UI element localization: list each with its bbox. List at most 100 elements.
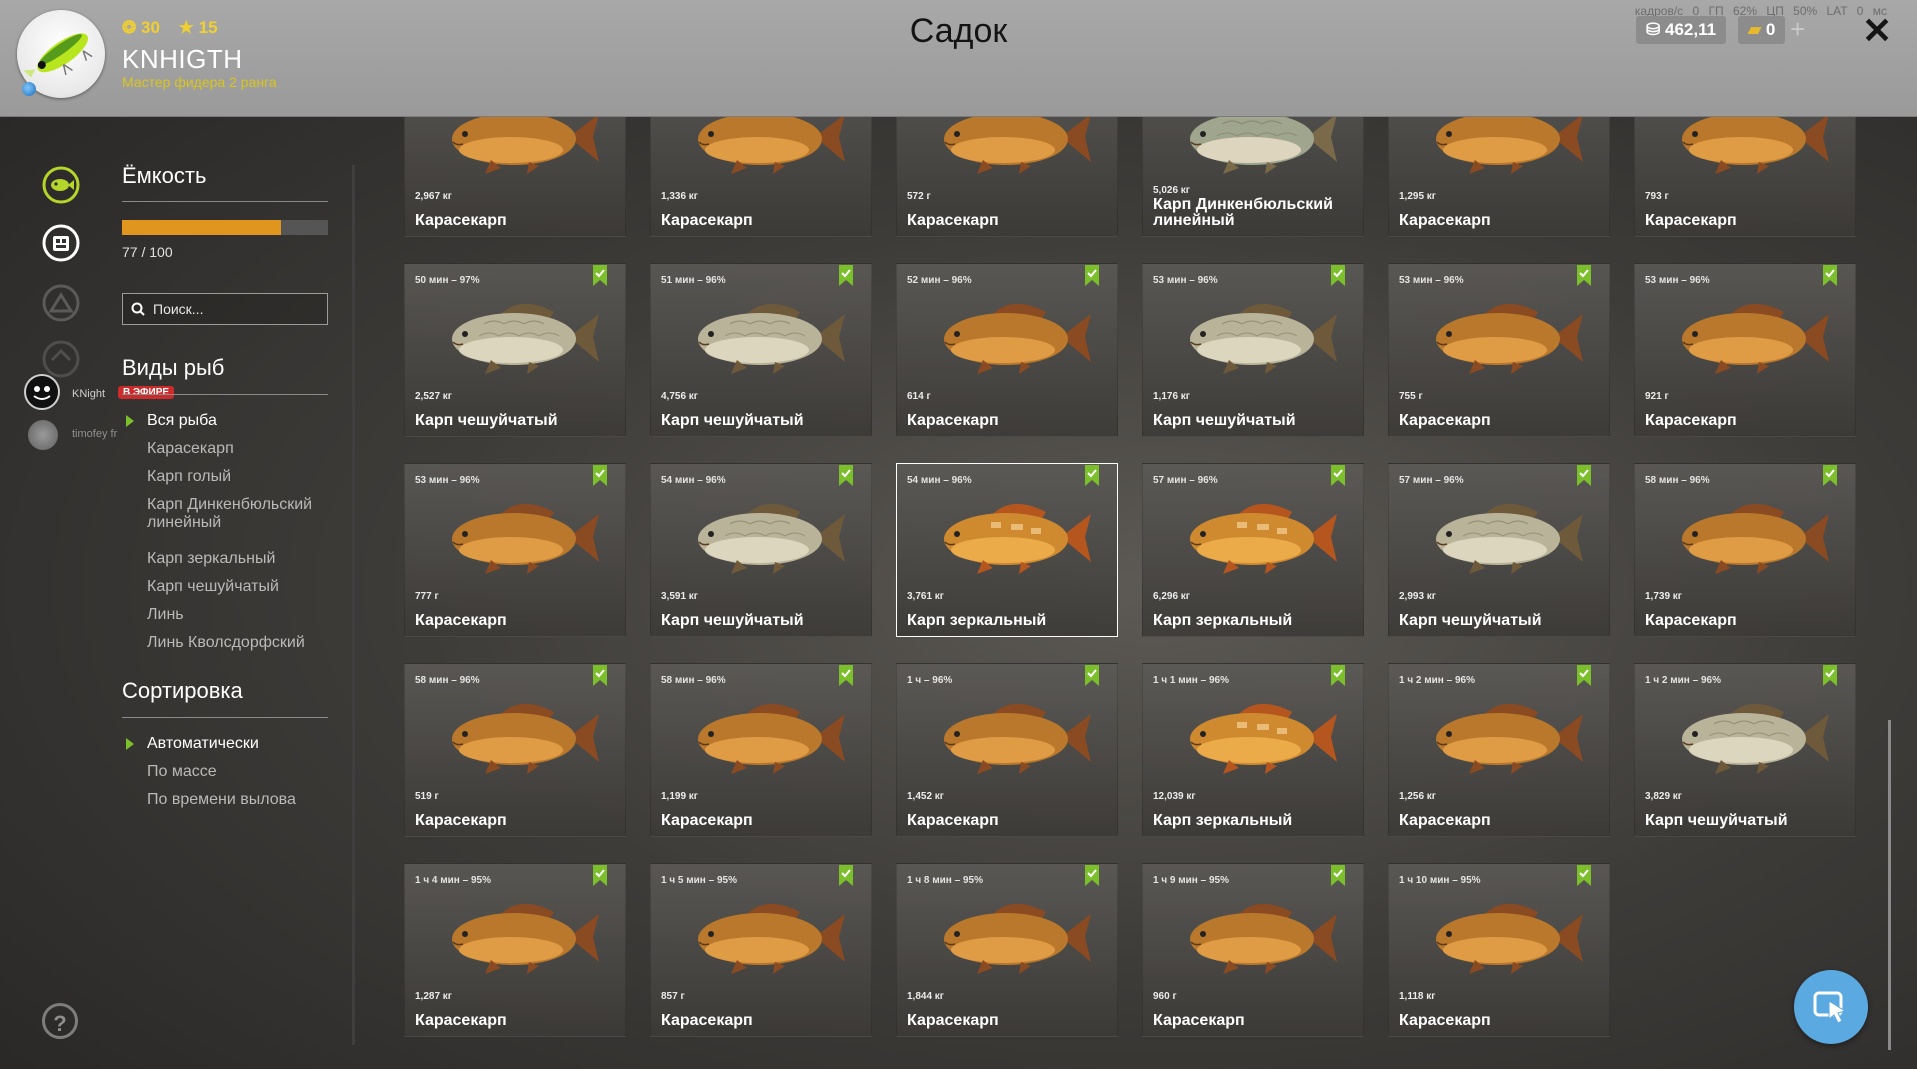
fish-name: Карасекарп — [907, 1012, 999, 1029]
close-icon[interactable]: ✕ — [1862, 10, 1892, 52]
fish-name: Карасекарп — [907, 412, 999, 429]
fish-image — [429, 894, 605, 980]
fish-name: Карасекарп — [1399, 812, 1491, 829]
panel-scrollbar[interactable] — [352, 165, 355, 1045]
divider — [122, 394, 328, 395]
camp-tab-icon[interactable] — [42, 284, 80, 322]
fish-card[interactable]: 1 ч 5 мин – 95% 857 г Карасекарп — [650, 863, 872, 1037]
fish-card[interactable]: 54 мин – 96% 3,761 кг Карп зеркальный — [896, 463, 1118, 637]
cursor-mode-button[interactable] — [1794, 970, 1868, 1044]
bookmark-icon[interactable] — [1331, 265, 1345, 286]
fish-card[interactable]: 1 ч 9 мин – 95% 960 г Карасекарп — [1142, 863, 1364, 1037]
bookmark-icon[interactable] — [593, 265, 607, 286]
cursor-icon — [1813, 991, 1847, 1024]
fish-card[interactable]: 57 мин – 96% 6,296 кг Карп зеркальный — [1142, 463, 1364, 637]
bookmark-icon[interactable] — [1577, 265, 1591, 286]
bookmark-icon[interactable] — [1823, 665, 1837, 686]
bookmark-icon[interactable] — [593, 465, 607, 486]
species-filter-item[interactable]: Карп Динкенбюльский линейный — [147, 496, 337, 532]
catch-time: 1 ч 1 мин – 96% — [1153, 675, 1229, 686]
fish-card[interactable]: 1,295 кг Карасекарп — [1388, 117, 1610, 237]
fish-weight: 2,527 кг — [415, 391, 452, 402]
species-filter-item[interactable]: Вся рыба — [147, 412, 337, 430]
search-box[interactable] — [122, 293, 328, 325]
fish-card[interactable]: 2,967 кг Карасекарп — [404, 117, 626, 237]
bookmark-icon[interactable] — [1577, 465, 1591, 486]
sort-option-item[interactable]: Автоматически — [147, 735, 337, 753]
sort-option-item[interactable]: По массе — [147, 763, 337, 781]
species-filter-item[interactable]: Карп зеркальный — [147, 550, 337, 568]
keepnet-tab-icon[interactable] — [42, 166, 80, 204]
fish-card[interactable]: 50 мин – 97% 2,527 кг Карп чешуйчатый — [404, 263, 626, 437]
fish-card[interactable]: 58 мин – 96% 1,199 кг Карасекарп — [650, 663, 872, 837]
fish-image — [429, 117, 605, 180]
fish-card[interactable]: 1 ч 10 мин – 95% 1,118 кг Карасекарп — [1388, 863, 1610, 1037]
fish-weight: 1,256 кг — [1399, 791, 1436, 802]
catch-time: 52 мин – 96% — [907, 275, 972, 286]
add-currency-button[interactable]: + — [1790, 14, 1805, 45]
bookmark-icon[interactable] — [1577, 865, 1591, 886]
fish-card[interactable]: 58 мин – 96% 1,739 кг Карасекарп — [1634, 463, 1856, 637]
globe-icon — [22, 82, 36, 96]
bookmark-icon[interactable] — [1823, 465, 1837, 486]
fish-card[interactable]: 5,026 кг Карп Динкенбюльский линейный — [1142, 117, 1364, 237]
bookmark-icon[interactable] — [1085, 665, 1099, 686]
species-filter-item[interactable]: Карасекарп — [147, 440, 337, 458]
fish-name: Карасекарп — [661, 212, 753, 229]
fish-card[interactable]: 53 мин – 96% 755 г Карасекарп — [1388, 263, 1610, 437]
catch-time: 58 мин – 96% — [661, 675, 726, 686]
fish-card[interactable]: 51 мин – 96% 4,756 кг Карп чешуйчатый — [650, 263, 872, 437]
grid-scrollbar[interactable] — [1888, 720, 1891, 1050]
fish-card[interactable]: 793 г Карасекарп — [1634, 117, 1856, 237]
fish-card[interactable]: 572 г Карасекарп — [896, 117, 1118, 237]
catch-time: 57 мин – 96% — [1399, 475, 1464, 486]
bookmark-icon[interactable] — [1331, 665, 1345, 686]
fish-card[interactable]: 57 мин – 96% 2,993 кг Карп чешуйчатый — [1388, 463, 1610, 637]
fish-weight: 1,118 кг — [1399, 991, 1436, 1002]
fish-card[interactable]: 1 ч – 96% 1,452 кг Карасекарп — [896, 663, 1118, 837]
money-balance[interactable]: ⛁ 462,11 — [1636, 16, 1727, 44]
inventory-tab-icon[interactable] — [42, 224, 80, 262]
bookmark-icon[interactable] — [1085, 865, 1099, 886]
bookmark-icon[interactable] — [1823, 265, 1837, 286]
fish-card[interactable]: 52 мин – 96% 614 г Карасекарп — [896, 263, 1118, 437]
live-badge: В ЭФИРЕ — [118, 386, 175, 399]
species-filter-item[interactable]: Карп чешуйчатый — [147, 578, 337, 596]
bookmark-icon[interactable] — [593, 865, 607, 886]
species-filter-item[interactable]: Карп голый — [147, 468, 337, 486]
capacity-count: 77 / 100 — [122, 244, 173, 260]
search-input[interactable] — [151, 300, 315, 318]
bookmark-icon[interactable] — [1085, 265, 1099, 286]
fish-card[interactable]: 1 ч 2 мин – 96% 1,256 кг Карасекарп — [1388, 663, 1610, 837]
search-icon — [131, 302, 145, 316]
bookmark-icon[interactable] — [1331, 465, 1345, 486]
bookmark-icon[interactable] — [839, 465, 853, 486]
fish-card[interactable]: 53 мин – 96% 921 г Карасекарп — [1634, 263, 1856, 437]
gold-balance[interactable]: ▰ 0 — [1738, 16, 1786, 44]
bookmark-icon[interactable] — [839, 265, 853, 286]
bookmark-icon[interactable] — [1577, 665, 1591, 686]
fish-card[interactable]: 53 мин – 96% 777 г Карасекарп — [404, 463, 626, 637]
fish-card[interactable]: 1 ч 4 мин – 95% 1,287 кг Карасекарп — [404, 863, 626, 1037]
fish-card[interactable]: 1 ч 8 мин – 95% 1,844 кг Карасекарп — [896, 863, 1118, 1037]
active-arrow-icon — [126, 738, 134, 750]
species-filter-item[interactable]: Линь — [147, 606, 337, 624]
streamer-avatar[interactable] — [24, 374, 60, 410]
help-icon[interactable]: ? — [42, 1003, 78, 1039]
fish-card[interactable]: 1,336 кг Карасекарп — [650, 117, 872, 237]
bookmark-icon[interactable] — [839, 665, 853, 686]
fish-card[interactable]: 1 ч 2 мин – 96% 3,829 кг Карп чешуйчатый — [1634, 663, 1856, 837]
fish-card[interactable]: 53 мин – 96% 1,176 кг Карп чешуйчатый — [1142, 263, 1364, 437]
bookmark-icon[interactable] — [593, 665, 607, 686]
fish-card[interactable]: 1 ч 1 мин – 96% 12,039 кг Карп зеркальный — [1142, 663, 1364, 837]
catch-time: 51 мин – 96% — [661, 275, 726, 286]
bookmark-icon[interactable] — [1085, 465, 1099, 486]
viewer-avatar[interactable] — [28, 420, 58, 450]
bookmark-icon[interactable] — [839, 865, 853, 886]
fish-card[interactable]: 58 мин – 96% 519 г Карасекарп — [404, 663, 626, 837]
species-filter-item[interactable]: Линь Кволсдорфский — [147, 634, 337, 652]
bookmark-icon[interactable] — [1331, 865, 1345, 886]
fish-card[interactable]: 54 мин – 96% 3,591 кг Карп чешуйчатый — [650, 463, 872, 637]
home-tab-icon[interactable] — [42, 340, 80, 378]
sort-option-item[interactable]: По времени вылова — [147, 791, 337, 809]
